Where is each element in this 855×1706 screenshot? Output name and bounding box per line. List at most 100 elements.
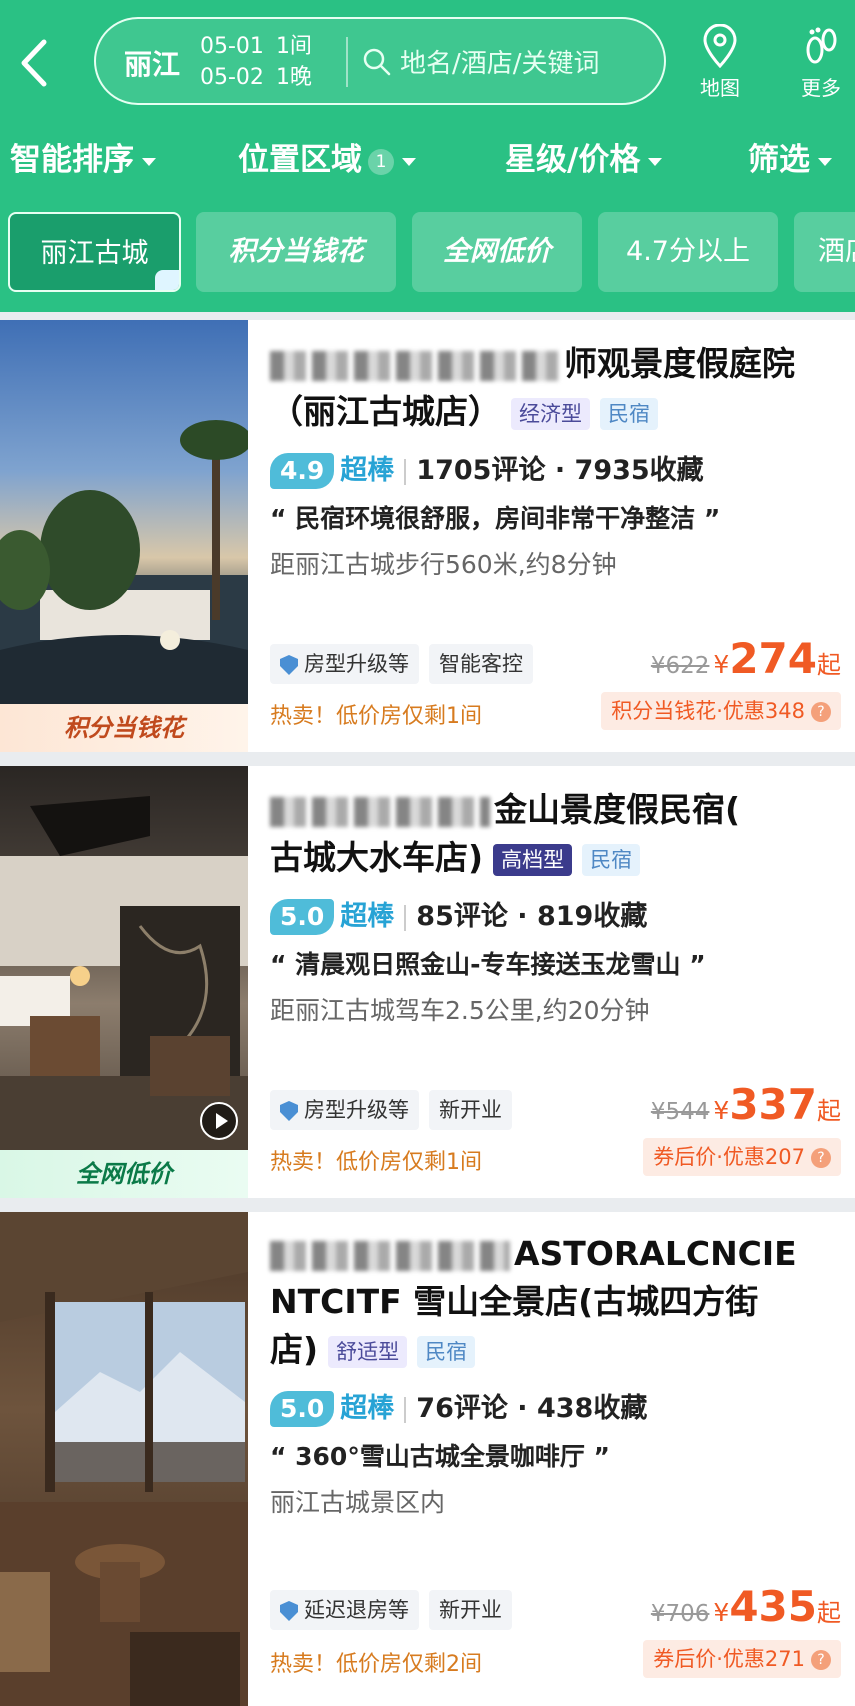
- facility-tag: 房型升级等: [270, 1090, 419, 1130]
- score-label: 超棒: [340, 455, 395, 486]
- more-button[interactable]: 更多: [791, 24, 851, 101]
- score-badge: 5.0: [270, 1391, 335, 1427]
- hotel-name-text: ASTORALCNCIE: [514, 1234, 797, 1273]
- back-button[interactable]: [14, 38, 54, 88]
- original-price: ¥622: [650, 653, 710, 679]
- city-label[interactable]: 丽江: [124, 43, 180, 83]
- dot-separator: ·: [517, 1393, 528, 1424]
- rating-row: 4.9 超棒 1705评论 · 7935收藏: [270, 448, 841, 489]
- chip-rating[interactable]: 4.7分以上: [598, 212, 778, 292]
- price-suffix: 起: [817, 651, 841, 679]
- favorite-count: 7935收藏: [574, 455, 704, 486]
- more-filter[interactable]: 筛选: [748, 134, 832, 179]
- review-count[interactable]: 76评论: [416, 1393, 508, 1424]
- location-filter[interactable]: 位置区域 1: [238, 134, 416, 179]
- quick-filter-chips: 丽江古城 积分当钱花 全网低价 4.7分以上 酒店: [0, 212, 855, 294]
- nights-count: 1晚: [275, 65, 312, 90]
- hotel-name-line2[interactable]: NTCITF 雪山全景店(古城四方街: [270, 1278, 841, 1326]
- facility-text: 房型升级等: [304, 1098, 409, 1122]
- sort-filter-label: 智能排序: [10, 142, 134, 178]
- hotel-name[interactable]: 金山景度假民宿(: [270, 786, 841, 834]
- hotel-info: 师观景度假庭院 （丽江古城店） 经济型 民宿 4.9 超棒 1705评论 · 7935收…: [270, 320, 841, 730]
- blurred-text: [270, 796, 490, 827]
- question-icon[interactable]: ?: [811, 1148, 831, 1168]
- type-tag: 高档型: [493, 843, 573, 876]
- facility-tags: 房型升级等 智能客控: [270, 644, 533, 684]
- review-count[interactable]: 85评论: [416, 901, 508, 932]
- original-price: ¥706: [650, 1601, 710, 1627]
- distance-text: 丽江古城景区内: [270, 1488, 446, 1517]
- map-button[interactable]: 地图: [690, 24, 750, 101]
- review-count[interactable]: 1705评论: [416, 455, 545, 486]
- search-input[interactable]: 地名/酒店/关键词: [400, 43, 600, 80]
- hotel-name-line2[interactable]: 古城大水车店) 高档型 民宿: [270, 834, 841, 882]
- facility-text: 房型升级等: [304, 652, 409, 676]
- hotel-card[interactable]: 积分当钱花 师观景度假庭院 （丽江古城店） 经济型 民宿 4.9 超棒 1705评论 ·…: [0, 320, 855, 752]
- hotel-name-line3[interactable]: 店) 舒适型 民宿: [270, 1326, 841, 1374]
- discount-text: 券后价·优惠207: [653, 1145, 805, 1169]
- facility-tag: 新开业: [429, 1590, 512, 1630]
- location-count-badge: 1: [368, 148, 394, 175]
- hotel-name[interactable]: ASTORALCNCIE: [270, 1230, 841, 1278]
- price-block[interactable]: ¥706 ¥435起: [651, 1582, 841, 1631]
- distance-text: 距丽江古城驾车2.5公里,约20分钟: [270, 996, 650, 1025]
- price-block[interactable]: ¥544 ¥337起: [651, 1080, 841, 1129]
- original-price: ¥544: [650, 1099, 710, 1125]
- chip-points[interactable]: 积分当钱花: [196, 212, 396, 292]
- hotel-card[interactable]: ASTORALCNCIE NTCITF 雪山全景店(古城四方街 店) 舒适型 民宿 …: [0, 1212, 855, 1706]
- score-label: 超棒: [340, 1393, 395, 1424]
- dropdown-arrow-icon: [648, 157, 663, 166]
- search-bar[interactable]: 丽江 05-01 1间 05-02 1晚 地名/酒店/关键词: [94, 17, 666, 105]
- current-price: 274: [729, 634, 817, 683]
- discount-badge[interactable]: 积分当钱花·优惠348?: [601, 692, 841, 730]
- hotel-card[interactable]: 全网低价 金山景度假民宿( 古城大水车店) 高档型 民宿 5.0 超棒 85评论 · 8…: [0, 766, 855, 1198]
- question-icon[interactable]: ?: [811, 1650, 831, 1670]
- divider: [404, 1396, 407, 1423]
- divider: [346, 37, 348, 87]
- dropdown-arrow-icon: [818, 157, 832, 166]
- chip-lijiang-old-town[interactable]: 丽江古城: [8, 212, 181, 292]
- star-price-filter-label: 星级/价格: [505, 142, 641, 178]
- shield-icon: [280, 1101, 298, 1121]
- type-tag: 舒适型: [328, 1335, 408, 1368]
- checkin-date: 05-01: [200, 34, 264, 59]
- type-tag: 经济型: [511, 397, 590, 430]
- chip-label: 全网低价: [443, 236, 551, 267]
- hotel-name-line2[interactable]: （丽江古城店） 经济型 民宿: [270, 388, 841, 436]
- map-label: 地图: [700, 76, 740, 100]
- hot-sale-text: 热卖！低价房仅剩2间: [270, 1652, 482, 1677]
- sort-filter[interactable]: 智能排序: [10, 134, 156, 179]
- promo-badge: 全网低价: [0, 1150, 248, 1198]
- location-filter-label: 位置区域: [238, 142, 362, 178]
- distance-text: 距丽江古城步行560米,约8分钟: [270, 550, 617, 579]
- question-icon[interactable]: ?: [811, 702, 831, 722]
- chip-label: 积分当钱花: [228, 236, 364, 267]
- date-range[interactable]: 05-01 1间 05-02 1晚: [200, 31, 324, 93]
- hotel-photo[interactable]: 积分当钱花: [0, 320, 248, 752]
- review-quote: “ 民宿环境很舒服，房间非常干净整洁 ”: [270, 504, 721, 533]
- divider: [404, 904, 407, 931]
- price-block[interactable]: ¥622 ¥274起: [651, 634, 841, 683]
- search-icon: [363, 48, 391, 76]
- facility-tag: 新开业: [429, 1090, 512, 1130]
- rating-row: 5.0 超棒 76评论 · 438收藏: [270, 1386, 841, 1427]
- hotel-info: 金山景度假民宿( 古城大水车店) 高档型 民宿 5.0 超棒 85评论 · 819收藏 …: [270, 766, 841, 1176]
- discount-badge[interactable]: 券后价·优惠271?: [643, 1640, 841, 1678]
- facility-tags: 房型升级等 新开业: [270, 1090, 512, 1130]
- favorite-count: 819收藏: [536, 901, 648, 932]
- hotel-photo[interactable]: 全网低价: [0, 766, 248, 1198]
- score-badge: 4.9: [270, 453, 335, 489]
- review-quote: “ 清晨观日照金山-专车接送玉龙雪山 ”: [270, 950, 706, 979]
- dropdown-arrow-icon: [402, 157, 416, 166]
- star-price-filter[interactable]: 星级/价格: [505, 134, 663, 179]
- hotel-name[interactable]: 师观景度假庭院: [270, 340, 841, 388]
- price-suffix: 起: [817, 1097, 841, 1125]
- discount-badge[interactable]: 券后价·优惠207?: [643, 1138, 841, 1176]
- map-pin-icon: [703, 24, 737, 68]
- chip-hotel[interactable]: 酒店: [794, 212, 855, 292]
- checkout-date: 05-02: [200, 65, 264, 90]
- favorite-count: 438收藏: [536, 1393, 648, 1424]
- hotel-photo[interactable]: [0, 1212, 248, 1706]
- chip-lowest-price[interactable]: 全网低价: [412, 212, 582, 292]
- play-video-button[interactable]: [200, 1102, 238, 1140]
